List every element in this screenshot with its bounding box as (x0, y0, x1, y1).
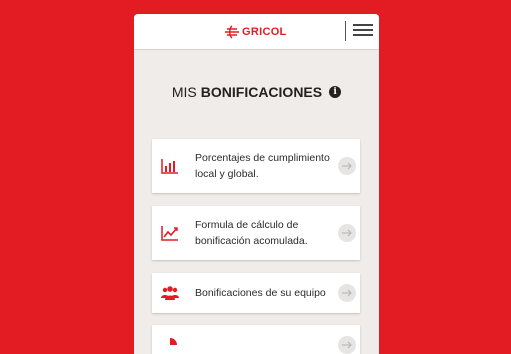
card-cumplimiento[interactable]: Porcentajes de cumplimiento local y glob… (152, 139, 360, 193)
mobile-frame: GRICOL MIS BONIFICACIONES i Porcentajes … (134, 14, 379, 354)
page-title: MIS BONIFICACIONES i (134, 84, 379, 100)
team-icon (161, 286, 179, 300)
card-formula[interactable]: Formula de cálculo de bonificación acomu… (152, 206, 360, 260)
card-label: Bonificaciones de su equipo (195, 287, 326, 299)
logo-text: GRICOL (242, 26, 287, 38)
page-title-bold: BONIFICACIONES (200, 84, 323, 100)
pie-chart-icon (170, 338, 177, 345)
info-icon[interactable]: i (329, 86, 342, 98)
card-label: Formula de cálculo de bonificación acomu… (195, 219, 308, 247)
card-equipo[interactable]: Bonificaciones de su equipo (152, 273, 360, 313)
card-label: Porcentajes de cumplimiento local y glob… (195, 152, 330, 180)
app-header: GRICOL (134, 14, 379, 50)
gricol-logo-mark-icon (225, 25, 239, 39)
hamburger-menu-icon[interactable] (353, 24, 373, 38)
page-title-light: MIS (171, 84, 197, 100)
arrow-right-icon[interactable] (338, 224, 356, 242)
arrow-right-icon[interactable] (338, 284, 356, 302)
bar-chart-icon (161, 159, 178, 174)
arrow-right-icon[interactable] (338, 157, 356, 175)
menu-divider (345, 21, 346, 41)
gricol-logo[interactable]: GRICOL (223, 24, 287, 40)
line-chart-icon (161, 226, 178, 241)
arrow-right-icon[interactable] (338, 336, 356, 354)
